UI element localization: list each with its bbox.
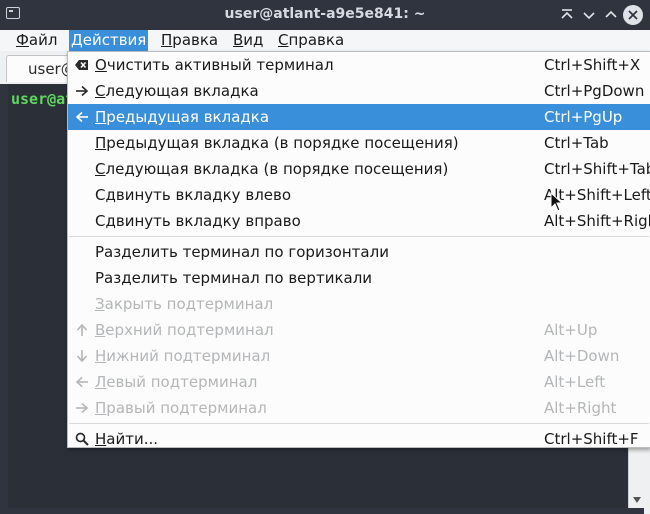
clear-icon xyxy=(75,58,89,72)
scroll-down-arrow-icon[interactable] xyxy=(633,497,641,503)
menu-item-label: Сдвинуть вкладку вправо xyxy=(95,212,301,230)
menu-item-top-subterminal: Верхний подтерминал Alt+Up xyxy=(68,317,650,343)
arrow-left-icon xyxy=(75,110,89,124)
menu-help[interactable]: Справка xyxy=(276,30,346,51)
menu-item-previous-tab-visited[interactable]: Предыдущая вкладка (в порядке посещения)… xyxy=(68,130,650,156)
arrow-down-icon xyxy=(75,349,89,363)
menu-item-label: Закрыть подтерминал xyxy=(95,295,274,313)
menu-edit[interactable]: Правка xyxy=(159,30,220,51)
keep-above-icon xyxy=(561,9,573,19)
menu-item-label: Левый подтерминал xyxy=(95,373,258,391)
menu-item-label: Следующая вкладка xyxy=(95,82,259,100)
keep-above-button[interactable] xyxy=(556,4,578,26)
search-icon xyxy=(75,432,89,446)
menu-item-split-vertical[interactable]: Разделить терминал по вертикали xyxy=(68,265,650,291)
menu-item-shortcut: Ctrl+Shift+X xyxy=(544,56,641,74)
menu-item-shortcut: Alt+Right xyxy=(544,399,617,417)
menu-item-label: Предыдущая вкладка xyxy=(95,108,270,126)
actions-dropdown-menu: Очистить активный терминал Ctrl+Shift+X Сл… xyxy=(67,51,650,448)
menu-item-label: Верхний подтерминал xyxy=(95,321,274,339)
menu-item-label: Найти... xyxy=(95,430,159,448)
menu-file[interactable]: Файл xyxy=(14,30,59,51)
menu-item-label: Разделить терминал по вертикали xyxy=(95,269,373,287)
close-button[interactable] xyxy=(623,5,643,25)
menu-item-split-horizontal[interactable]: Разделить терминал по горизонтали xyxy=(68,239,650,265)
window-title: user@atlant-a9e5e841: ~ xyxy=(224,6,426,22)
menu-item-label: Нижний подтерминал xyxy=(95,347,271,365)
menu-item-shortcut: Ctrl+PgUp xyxy=(544,108,623,126)
menu-item-label: Предыдущая вкладка (в порядке посещения) xyxy=(95,134,459,152)
menu-item-next-tab-visited[interactable]: Следующая вкладка (в порядке посещения) C… xyxy=(68,156,650,182)
menu-item-left-subterminal: Левый подтерминал Alt+Left xyxy=(68,369,650,395)
menu-item-shortcut: Ctrl+Tab xyxy=(544,134,609,152)
menu-item-shortcut: Alt+Left xyxy=(544,373,606,391)
menu-item-shortcut: Alt+Down xyxy=(544,347,620,365)
arrow-right-icon xyxy=(75,401,89,415)
menu-item-label: Следующая вкладка (в порядке посещения) xyxy=(95,160,449,178)
menu-item-previous-tab[interactable]: Предыдущая вкладка Ctrl+PgUp xyxy=(68,104,650,130)
close-icon xyxy=(628,10,638,20)
menu-item-shortcut: Alt+Up xyxy=(544,321,598,339)
menu-item-next-tab[interactable]: Следующая вкладка Ctrl+PgDown xyxy=(68,78,650,104)
menu-view[interactable]: Вид xyxy=(231,30,265,51)
chevron-up-icon xyxy=(605,10,617,18)
menu-separator xyxy=(69,423,649,424)
menu-item-right-subterminal: Правый подтерминал Alt+Right xyxy=(68,395,650,421)
menu-item-close-subterminal: Закрыть подтерминал xyxy=(68,291,650,317)
menu-item-shortcut: Ctrl+PgDown xyxy=(544,82,645,100)
menu-item-shortcut: Ctrl+Shift+Tab xyxy=(544,160,650,178)
arrow-right-icon xyxy=(75,84,89,98)
menu-item-clear-terminal[interactable]: Очистить активный терминал Ctrl+Shift+X xyxy=(68,52,650,78)
maximize-button[interactable] xyxy=(600,4,622,26)
arrow-up-icon xyxy=(75,323,89,337)
menu-item-label: Сдвинуть вкладку влево xyxy=(95,186,292,204)
menu-item-bottom-subterminal: Нижний подтерминал Alt+Down xyxy=(68,343,650,369)
menu-item-shortcut: Ctrl+Shift+F xyxy=(544,430,639,448)
menu-item-label: Разделить терминал по горизонтали xyxy=(95,243,389,261)
menu-actions[interactable]: Действия xyxy=(69,30,149,51)
chevron-down-icon xyxy=(583,12,595,20)
menu-bar: Файл Действия Правка Вид Справка xyxy=(0,30,650,52)
menu-separator xyxy=(69,236,649,237)
menu-item-find[interactable]: Найти... Ctrl+Shift+F xyxy=(68,426,650,452)
mouse-cursor-icon xyxy=(550,192,564,212)
arrow-left-icon xyxy=(75,375,89,389)
menu-item-label: Очистить активный терминал xyxy=(95,56,334,74)
minimize-button[interactable] xyxy=(578,4,600,26)
menu-item-label: Правый подтерминал xyxy=(95,399,267,417)
title-bar: user@atlant-a9e5e841: ~ xyxy=(0,0,650,30)
